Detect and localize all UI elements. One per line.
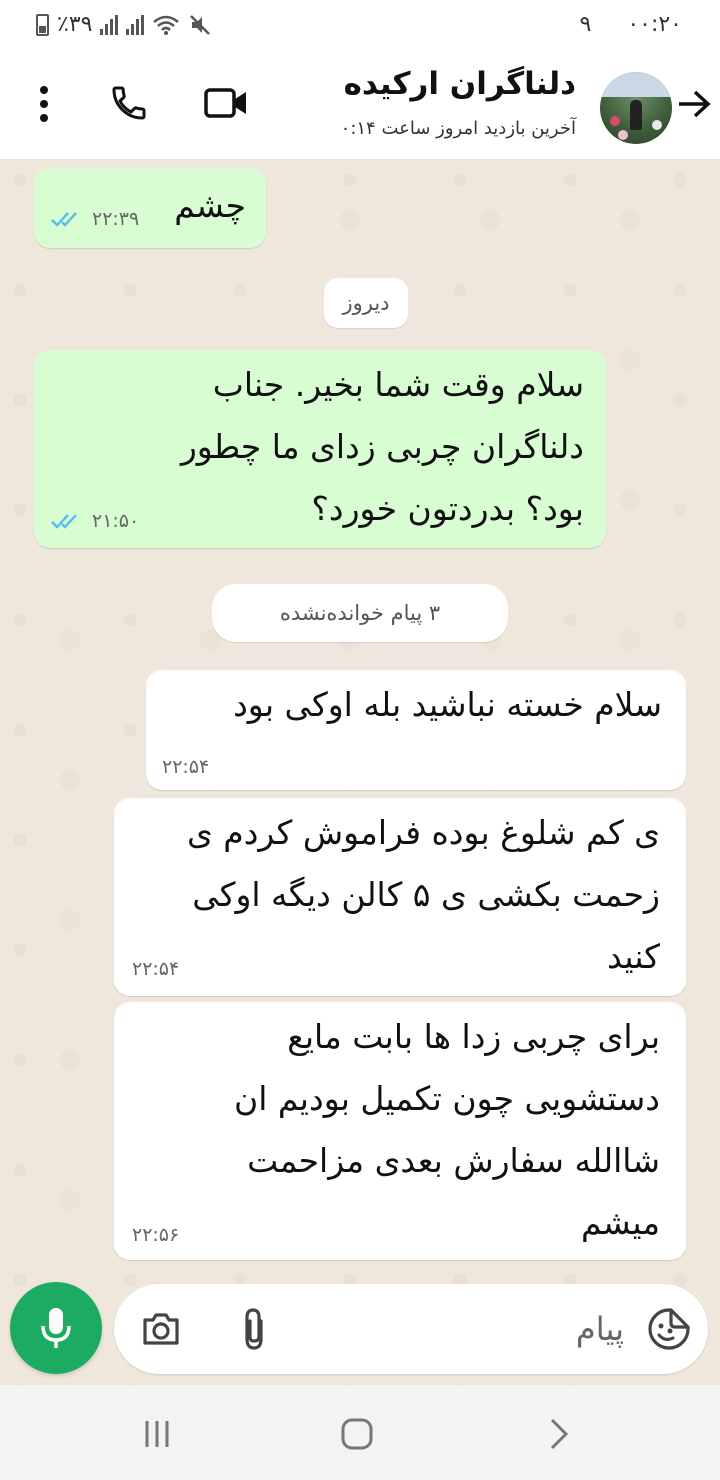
double-check-read-icon bbox=[51, 212, 77, 227]
chat-area[interactable]: چشم ۲۲:۳۹ دیروز سلام وقت شما بخیر. جناب … bbox=[0, 160, 720, 1385]
message-text: ی کم شلوغ بوده فراموش کردم ی زحمت بکشی ی… bbox=[186, 813, 660, 976]
contact-name[interactable]: دلناگران ارکیده bbox=[344, 66, 576, 102]
double-check-read-icon bbox=[51, 514, 77, 529]
date-divider: دیروز bbox=[324, 278, 408, 328]
notification-count: ۹ bbox=[579, 12, 592, 37]
recent-apps-icon bbox=[145, 1421, 169, 1447]
mute-icon bbox=[190, 14, 211, 35]
status-bar: ٪۳۹ ۹ ۰۰:۲۰ bbox=[0, 0, 720, 48]
message-text: سلام وقت شما بخیر. جناب دلناگران چربی زد… bbox=[180, 365, 584, 528]
message-meta: ۲۲:۵۶ bbox=[132, 1224, 179, 1246]
chevron-right-icon bbox=[550, 1418, 569, 1450]
attach-button[interactable] bbox=[234, 1304, 274, 1354]
message-time: ۲۲:۵۴ bbox=[132, 958, 180, 980]
message-time: ۲۲:۳۹ bbox=[92, 208, 140, 230]
message-input[interactable] bbox=[294, 1302, 624, 1356]
chat-header: دلناگران ارکیده آخرین بازدید امروز ساعت … bbox=[0, 48, 720, 160]
message-bubble-incoming[interactable]: سلام خسته نباشید بله اوکی بود ۲۲:۵۴ bbox=[146, 670, 686, 790]
home-button[interactable] bbox=[332, 1409, 382, 1459]
message-meta: ۲۲:۵۴ bbox=[132, 958, 179, 980]
signal-icon-2 bbox=[126, 14, 145, 35]
message-text: چشم bbox=[174, 186, 246, 225]
more-options-button[interactable] bbox=[22, 80, 66, 128]
battery-icon bbox=[36, 13, 49, 36]
back-arrow-icon bbox=[679, 90, 711, 118]
back-button[interactable] bbox=[672, 82, 716, 126]
message-bubble-incoming[interactable]: ی کم شلوغ بوده فراموش کردم ی زحمت بکشی ی… bbox=[114, 798, 686, 996]
video-call-button[interactable] bbox=[198, 78, 254, 128]
signal-icon bbox=[100, 14, 119, 35]
message-time: ۲۲:۵۴ bbox=[162, 756, 210, 778]
sticker-button[interactable] bbox=[644, 1304, 694, 1354]
system-navigation-bar bbox=[0, 1385, 720, 1480]
recent-apps-button[interactable] bbox=[132, 1409, 182, 1459]
message-meta: ۲۱:۵۰ bbox=[50, 510, 139, 532]
phone-icon bbox=[112, 86, 146, 120]
home-icon bbox=[341, 1418, 373, 1450]
voice-message-button[interactable] bbox=[10, 1282, 102, 1374]
message-text: سلام خسته نباشید بله اوکی بود bbox=[233, 685, 662, 724]
camera-button[interactable] bbox=[138, 1306, 184, 1352]
message-bubble-outgoing[interactable]: چشم ۲۲:۳۹ bbox=[34, 168, 266, 248]
paperclip-icon bbox=[245, 1308, 263, 1350]
message-meta: ۲۲:۵۴ bbox=[162, 756, 209, 778]
sticker-icon bbox=[648, 1308, 690, 1350]
message-time: ۲۱:۵۰ bbox=[92, 510, 140, 532]
message-bubble-incoming[interactable]: برای چربی زدا ها بابت مایع دستشویی چون ت… bbox=[114, 1002, 686, 1260]
back-nav-button[interactable] bbox=[534, 1409, 584, 1459]
video-camera-icon bbox=[204, 88, 246, 118]
clock: ۰۰:۲۰ bbox=[627, 12, 682, 37]
message-time: ۲۲:۵۶ bbox=[132, 1224, 180, 1246]
camera-icon bbox=[143, 1313, 179, 1345]
contact-avatar[interactable] bbox=[600, 72, 672, 144]
voice-call-button[interactable] bbox=[104, 78, 154, 128]
message-bubble-outgoing[interactable]: سلام وقت شما بخیر. جناب دلناگران چربی زد… bbox=[34, 350, 606, 548]
more-vert-icon bbox=[40, 86, 48, 122]
message-meta: ۲۲:۳۹ bbox=[50, 208, 139, 230]
wifi-icon bbox=[153, 15, 180, 35]
message-composer bbox=[114, 1284, 708, 1374]
microphone-icon bbox=[41, 1308, 71, 1348]
last-seen-status: آخرین بازدید امروز ساعت ۰:۱۴ bbox=[340, 118, 576, 139]
message-text: برای چربی زدا ها بابت مایع دستشویی چون ت… bbox=[233, 1017, 660, 1242]
unread-messages-divider: ۳ پیام خوانده‌نشده bbox=[212, 584, 508, 642]
battery-level: ٪۳۹ bbox=[57, 12, 93, 37]
